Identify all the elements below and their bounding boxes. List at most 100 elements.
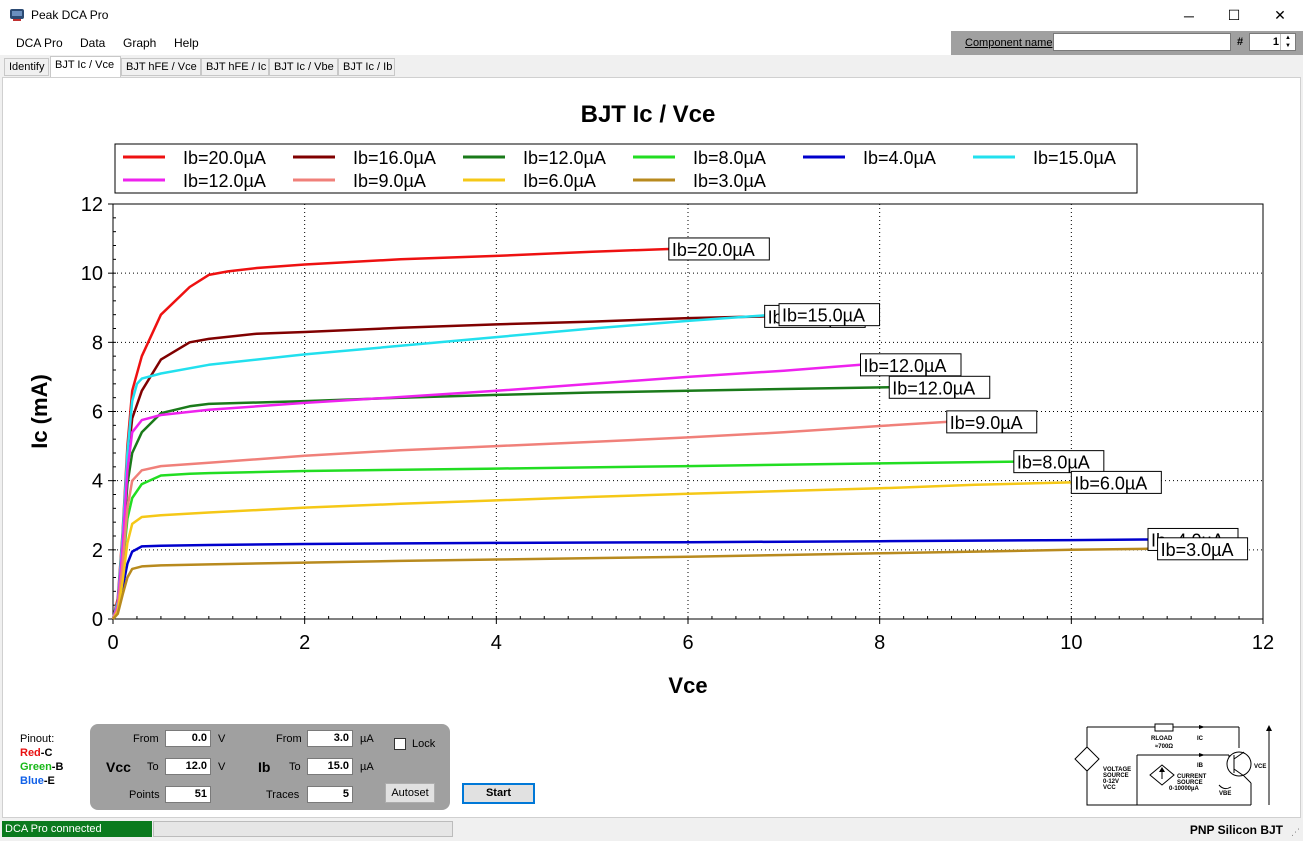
progress-bar [153, 821, 453, 837]
pinout-emitter: Blue-E [20, 774, 63, 788]
y-tick-label: 8 [92, 332, 103, 354]
spin-down-icon[interactable]: ▼ [1281, 42, 1295, 50]
legend-entry: Ib=4.0µA [863, 148, 936, 168]
menu-help[interactable]: Help [174, 36, 199, 50]
tab-identify[interactable]: Identify [4, 58, 49, 76]
close-button[interactable]: ✕ [1257, 0, 1303, 31]
ib-from-input[interactable]: 3.0 [307, 730, 353, 747]
vcc-to-unit: V [218, 761, 226, 773]
tab-bjt-ic-ib[interactable]: BJT Ic / Ib [338, 58, 395, 76]
spinner-buttons[interactable]: ▲ ▼ [1280, 34, 1295, 50]
ib-to-input[interactable]: 15.0 [307, 758, 353, 775]
ib-from-label: From [276, 733, 302, 745]
vcc-label: Vcc [106, 759, 131, 775]
x-tick-label: 12 [1252, 632, 1274, 654]
pinout-collector: Red-C [20, 746, 63, 760]
autoset-button[interactable]: Autoset [385, 783, 435, 803]
tab-bjt-ic-vbe[interactable]: BJT Ic / Vbe [269, 58, 338, 76]
tab-bjt-hfe-vce[interactable]: BJT hFE / Vce [121, 58, 201, 76]
rload-label: RLOAD [1151, 736, 1173, 742]
minimize-button[interactable]: ─ [1166, 0, 1212, 31]
legend-entry: Ib=8.0µA [693, 148, 766, 168]
sweep-controls: From 0.0 V Vcc To 12.0 V Points 51 From … [90, 724, 450, 810]
traces-input[interactable]: 5 [307, 786, 353, 803]
series-end-label: Ib=3.0µA [1161, 540, 1234, 560]
pin-color-green: Green [20, 761, 52, 773]
x-axis-label: Vce [668, 673, 707, 698]
y-tick-label: 6 [92, 402, 103, 424]
vcc-from-label: From [133, 733, 159, 745]
points-input[interactable]: 51 [165, 786, 211, 803]
window-title: Peak DCA Pro [31, 8, 109, 22]
series-end-label: Ib=6.0µA [1074, 473, 1147, 493]
tab-bjt-hfe-ic[interactable]: BJT hFE / Ic [201, 58, 269, 76]
menu-dca-pro[interactable]: DCA Pro [16, 36, 63, 50]
vbe-label: VBE [1219, 791, 1231, 797]
points-label: Points [129, 789, 160, 801]
series-end-label: Ib=9.0µA [950, 413, 1023, 433]
y-axis-label: Ic (mA) [27, 374, 52, 449]
lock-checkbox[interactable] [394, 738, 406, 750]
isrc-line3: 0-10000µA [1169, 786, 1199, 792]
y-tick-label: 4 [92, 471, 103, 493]
pin-letter: C [44, 747, 53, 759]
pin-color-blue: Blue [20, 775, 44, 787]
title-bar: Peak DCA Pro ─ ☐ ✕ [0, 0, 1303, 31]
ib-to-label: To [289, 761, 301, 773]
ib-from-unit: µA [360, 733, 374, 745]
legend-entry: Ib=15.0µA [1033, 148, 1116, 168]
component-name-input[interactable] [1053, 33, 1231, 51]
vce-label: VCE [1254, 764, 1266, 770]
ib-to-unit: µA [360, 761, 374, 773]
legend-entry: Ib=3.0µA [693, 171, 766, 191]
menu-graph[interactable]: Graph [123, 36, 156, 50]
vcc-to-label: To [147, 761, 159, 773]
vcc-to-input[interactable]: 12.0 [165, 758, 211, 775]
series-end-label: Ib=20.0µA [672, 240, 755, 260]
series-end-label: Ib=8.0µA [1017, 453, 1090, 473]
tab-content: BJT Ic / Vce 0 2 4 6 8 10 12 0 2 4 6 8 10 12 Vce Ic (mA)… [2, 77, 1301, 818]
spin-up-icon[interactable]: ▲ [1281, 34, 1295, 42]
rload-value: ≈700Ω [1155, 744, 1173, 750]
ib-label: Ib [258, 759, 271, 775]
x-tick-label: 6 [682, 632, 693, 654]
pin-letter: E [47, 775, 55, 787]
tab-bjt-ic-vce[interactable]: BJT Ic / Vce [50, 56, 121, 78]
pin-color-red: Red [20, 747, 41, 759]
menu-data[interactable]: Data [80, 36, 105, 50]
component-name-label[interactable]: Component name [965, 37, 1052, 49]
pinout-base: Green-B [20, 760, 63, 774]
x-tick-label: 0 [107, 632, 118, 654]
pinout-legend: Pinout: Red-C Green-B Blue-E [20, 732, 63, 788]
component-number-value: 1 [1272, 36, 1279, 48]
connection-status: DCA Pro connected [2, 821, 152, 837]
legend-box [114, 143, 1138, 194]
tab-bar: Identify BJT Ic / Vce BJT hFE / Vce BJT … [0, 56, 1303, 78]
start-button[interactable]: Start [462, 783, 535, 804]
x-tick-label: 10 [1060, 632, 1082, 654]
legend-entry: Ib=20.0µA [183, 148, 266, 168]
legend-entry: Ib=9.0µA [353, 171, 426, 191]
ic-label: IC [1197, 736, 1204, 742]
component-panel: Component name # 1 ▲ ▼ [951, 31, 1303, 55]
legend-entry: Ib=6.0µA [523, 171, 596, 191]
series-end-label: Ib=12.0µA [864, 356, 947, 376]
component-number-label: # [1237, 36, 1244, 48]
component-number-spinner[interactable]: 1 ▲ ▼ [1249, 33, 1296, 51]
series-end-label: Ib=12.0µA [892, 378, 975, 398]
maximize-button[interactable]: ☐ [1211, 0, 1257, 31]
resize-grip-icon[interactable]: ⋰ [1291, 827, 1300, 838]
y-tick-label: 2 [92, 540, 103, 562]
test-circuit-schematic: VOLTAGE SOURCE 0-12V VCC CURRENT SOURCE … [1074, 723, 1272, 806]
vcc-from-input[interactable]: 0.0 [165, 730, 211, 747]
pinout-title: Pinout: [20, 733, 55, 745]
y-tick-label: 12 [81, 194, 103, 216]
y-tick-label: 10 [81, 263, 103, 285]
ib-schematic-label: IB [1197, 763, 1204, 769]
ic-vce-chart: BJT Ic / Vce 0 2 4 6 8 10 12 0 2 4 6 8 10 12 Vce Ic (mA)… [27, 101, 1274, 698]
app-icon [10, 9, 24, 21]
legend-entry: Ib=12.0µA [183, 171, 266, 191]
legend-entry: Ib=16.0µA [353, 148, 436, 168]
traces-label: Traces [266, 789, 300, 801]
x-tick-label: 4 [491, 632, 502, 654]
